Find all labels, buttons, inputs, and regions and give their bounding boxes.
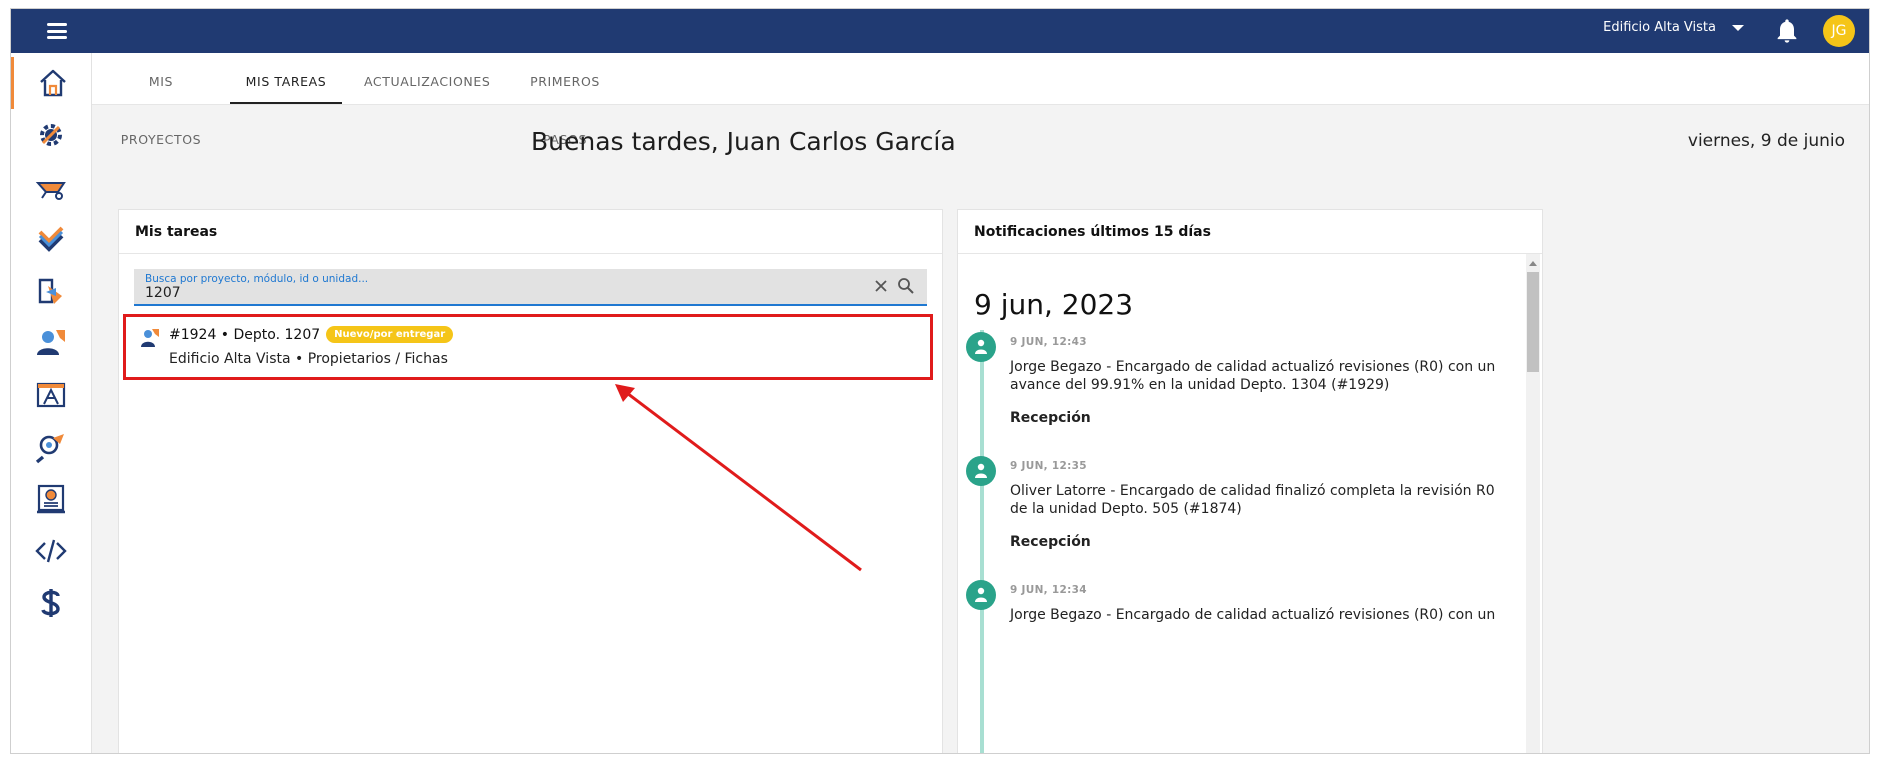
sidebar-item-wheelbarrow[interactable] — [11, 161, 91, 213]
user-icon — [141, 329, 159, 347]
tab-mis-tareas[interactable]: MIS TAREAS — [230, 53, 342, 104]
user-icon — [37, 330, 65, 355]
notification-text: Jorge Begazo - Encargado de calidad actu… — [1010, 359, 1496, 393]
notification-text: Jorge Begazo - Encargado de calidad actu… — [1010, 607, 1496, 623]
result-id-unit: #1924 • Depto. 1207 — [169, 326, 321, 343]
top-bar: Edificio Alta Vista JG — [11, 9, 1869, 53]
search-input[interactable] — [145, 285, 845, 301]
sidebar-item-transfer[interactable] — [11, 265, 91, 317]
notification-time: 9 JUN, 12:34 — [1010, 584, 1087, 596]
app-window: Edificio Alta Vista JG MIS PROYECTOS MIS… — [10, 8, 1870, 754]
list-item[interactable]: #1924 • Depto. 1207 Nuevo/por entregar E… — [123, 314, 933, 380]
current-date: viernes, 9 de junio — [1687, 131, 1845, 151]
person-icon — [975, 463, 987, 478]
transfer-icon — [38, 278, 62, 304]
search-box[interactable]: Busca por proyecto, módulo, id o unidad.… — [134, 269, 927, 306]
notification-tag: Recepción — [1010, 534, 1091, 550]
timeline-line — [980, 330, 984, 753]
person-icon — [975, 587, 987, 602]
sidebar-item-users[interactable] — [11, 317, 91, 369]
gear-icon — [40, 124, 62, 146]
scrollbar[interactable] — [1526, 254, 1540, 753]
wheelbarrow-icon — [35, 182, 66, 200]
scroll-thumb[interactable] — [1527, 272, 1539, 372]
page-title: Buenas tardes, Juan Carlos García — [531, 127, 956, 156]
checkmark-icon — [38, 226, 64, 252]
notification-time: 9 JUN, 12:35 — [1010, 460, 1087, 472]
dollar-icon — [41, 589, 60, 617]
notifications-card: Notificaciones últimos 15 días 9 jun, 20… — [957, 209, 1543, 753]
project-selector[interactable]: Edificio Alta Vista — [1603, 20, 1744, 35]
notifications-card-title: Notificaciones últimos 15 días — [974, 224, 1211, 240]
sidebar — [11, 53, 92, 753]
result-title-row: #1924 • Depto. 1207 Nuevo/por entregar — [169, 326, 454, 343]
blueprint-icon — [36, 382, 66, 408]
search-label: Busca por proyecto, módulo, id o unidad.… — [145, 273, 369, 285]
code-icon — [35, 539, 67, 563]
notification-time: 9 JUN, 12:43 — [1010, 336, 1087, 348]
divider — [119, 253, 942, 254]
tasks-card: Mis tareas Busca por proyecto, módulo, i… — [118, 209, 943, 753]
status-badge: Nuevo/por entregar — [326, 326, 454, 343]
tasks-card-title: Mis tareas — [135, 224, 218, 240]
certificate-icon — [37, 484, 65, 514]
sidebar-item-settings[interactable] — [11, 109, 91, 161]
scroll-up-icon[interactable] — [1529, 261, 1537, 266]
tab-primeros-pasos[interactable]: PRIMEROS PASOS — [514, 53, 616, 147]
notifications-date-heading: 9 jun, 2023 — [974, 288, 1134, 321]
avatar[interactable]: JG — [1823, 15, 1855, 47]
chevron-down-icon — [1732, 24, 1744, 31]
sidebar-item-inspection[interactable] — [11, 421, 91, 473]
avatar — [966, 580, 996, 610]
bell-icon[interactable] — [1773, 17, 1801, 45]
result-subtitle: Edificio Alta Vista • Propietarios / Fic… — [169, 351, 448, 367]
notification-text: Oliver Latorre - Encargado de calidad fi… — [1010, 483, 1495, 517]
menu-icon[interactable] — [47, 23, 67, 39]
close-icon[interactable] — [873, 278, 889, 294]
notification-tag: Recepción — [1010, 410, 1091, 426]
sidebar-item-blueprint[interactable] — [11, 369, 91, 421]
search-icon[interactable] — [897, 277, 915, 295]
project-name: Edificio Alta Vista — [1603, 20, 1716, 35]
avatar — [966, 332, 996, 362]
sidebar-item-code[interactable] — [11, 525, 91, 577]
sidebar-item-billing[interactable] — [11, 577, 91, 629]
tab-bar: MIS PROYECTOS MIS TAREAS ACTUALIZACIONES… — [92, 53, 1869, 147]
magnifier-icon — [35, 434, 64, 464]
home-icon — [39, 69, 66, 97]
divider — [958, 253, 1542, 254]
sidebar-item-certificate[interactable] — [11, 473, 91, 525]
sidebar-item-home[interactable] — [11, 57, 91, 109]
sidebar-item-tasks[interactable] — [11, 213, 91, 265]
tab-actualizaciones[interactable]: ACTUALIZACIONES — [364, 53, 490, 104]
tab-mis-proyectos[interactable]: MIS PROYECTOS — [114, 53, 208, 147]
person-icon — [975, 339, 987, 354]
avatar — [966, 456, 996, 486]
